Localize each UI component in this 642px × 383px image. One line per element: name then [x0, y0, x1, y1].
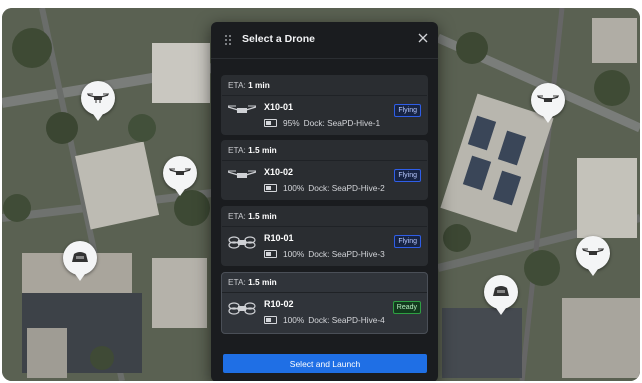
status-badge: Flying: [394, 169, 421, 182]
quadcopter-icon: [87, 93, 109, 103]
status-badge: Flying: [394, 235, 421, 248]
drone-meta: 100% Dock: SeaPD-Hive-2: [264, 183, 385, 193]
drone-name: R10-02: [264, 299, 294, 309]
dock-label: Dock: SeaPD-Hive-3: [308, 249, 385, 259]
eta-text: ETA: 1.5 min: [228, 145, 277, 155]
drone-dock-icon: [72, 252, 88, 262]
drone-card-x10-02[interactable]: ETA: 1.5 min X10-02 100% Dock: SeaPD-Hiv…: [221, 140, 428, 200]
panel-title: Select a Drone: [242, 33, 315, 45]
eta-text: ETA: 1.5 min: [228, 211, 277, 221]
quadcopter-icon: [169, 168, 191, 175]
drone-meta: 95% Dock: SeaPD-Hive-1: [264, 118, 380, 128]
eta-text: ETA: 1 min: [228, 80, 270, 90]
drag-handle-icon[interactable]: [224, 34, 232, 46]
drone-dock-icon: [493, 286, 509, 296]
eta-text: ETA: 1.5 min: [228, 277, 277, 287]
dock-label: Dock: SeaPD-Hive-4: [308, 315, 385, 325]
drone-marker-x10[interactable]: [576, 236, 610, 270]
drone-card-x10-01[interactable]: ETA: 1 min X10-01 95% Dock: SeaPD-Hive-1…: [221, 75, 428, 135]
card-divider: [222, 292, 427, 293]
battery-level: 95%: [283, 118, 300, 128]
drone-marker-x10[interactable]: [531, 83, 565, 117]
dock-label: Dock: SeaPD-Hive-1: [303, 118, 381, 128]
battery-icon: [264, 119, 277, 127]
drone-name: X10-02: [264, 167, 294, 177]
quadcopter-icon: [582, 248, 604, 255]
drone-marker-x10[interactable]: [163, 156, 197, 190]
drone-meta: 100% Dock: SeaPD-Hive-3: [264, 249, 385, 259]
drone-marker-x10[interactable]: [81, 81, 115, 115]
panel-header: Select a Drone: [211, 22, 438, 59]
battery-icon: [264, 316, 277, 324]
card-divider: [222, 226, 427, 227]
drone-card-r10-01[interactable]: ETA: 1.5 min R10-01 100% Dock: SeaPD-Hiv…: [221, 206, 428, 266]
x10-drone-thumbnail-icon: [228, 105, 256, 113]
card-divider: [222, 160, 427, 161]
x10-drone-thumbnail-icon: [228, 170, 256, 178]
map-viewport[interactable]: Select a Drone ETA: 1 min X10-01 95% Doc…: [2, 8, 640, 381]
status-badge: Ready: [392, 301, 421, 314]
drone-name: X10-01: [264, 102, 294, 112]
battery-level: 100%: [283, 315, 305, 325]
card-divider: [222, 95, 427, 96]
dock-marker[interactable]: [63, 241, 97, 275]
drone-name: R10-01: [264, 233, 294, 243]
battery-icon: [264, 250, 277, 258]
dock-marker[interactable]: [484, 275, 518, 309]
select-drone-panel: Select a Drone ETA: 1 min X10-01 95% Doc…: [211, 22, 438, 381]
status-badge: Flying: [394, 104, 421, 117]
r10-drone-thumbnail-icon: [228, 302, 256, 315]
drone-meta: 100% Dock: SeaPD-Hive-4: [264, 315, 385, 325]
r10-drone-thumbnail-icon: [228, 236, 256, 249]
close-icon[interactable]: [417, 32, 429, 44]
quadcopter-icon: [537, 95, 559, 102]
battery-icon: [264, 184, 277, 192]
battery-level: 100%: [283, 183, 305, 193]
dock-label: Dock: SeaPD-Hive-2: [308, 183, 385, 193]
battery-level: 100%: [283, 249, 305, 259]
drone-card-r10-02[interactable]: ETA: 1.5 min R10-02 100% Dock: SeaPD-Hiv…: [221, 272, 428, 334]
select-and-launch-button[interactable]: Select and Launch: [223, 354, 427, 373]
